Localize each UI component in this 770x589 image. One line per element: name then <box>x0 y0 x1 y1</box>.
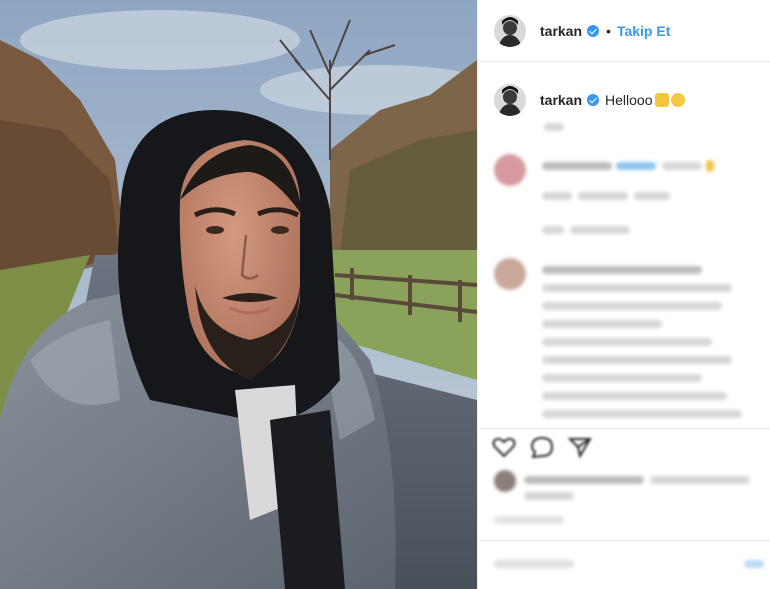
smirk-face-emoji-icon <box>670 93 685 107</box>
avatar[interactable] <box>494 14 526 47</box>
post-side-panel: tarkan • Takip Et tarkan Hellooo <box>477 0 770 589</box>
post-header: tarkan • Takip Et <box>478 0 770 62</box>
post-actions <box>492 436 612 462</box>
comment-blurred <box>494 258 764 428</box>
post-photo <box>0 0 477 589</box>
username-link[interactable]: tarkan <box>540 23 582 39</box>
separator-dot: • <box>606 22 611 39</box>
caption-username[interactable]: tarkan <box>540 92 582 108</box>
verified-badge-icon <box>587 24 600 37</box>
caption-avatar[interactable] <box>494 84 526 116</box>
verified-badge-icon <box>587 94 600 106</box>
likes-blurred <box>494 470 764 530</box>
avatar-image <box>494 14 526 47</box>
caption-text: Hellooo <box>605 92 653 108</box>
comment-blurred <box>494 154 764 244</box>
share-icon[interactable] <box>568 436 592 458</box>
input-divider <box>478 540 770 541</box>
comment-icon[interactable] <box>530 436 554 458</box>
raising-hand-emoji-icon <box>654 93 669 107</box>
heart-icon[interactable] <box>492 436 516 458</box>
caption-meta-blurred <box>544 120 584 134</box>
actions-divider <box>478 428 770 429</box>
avatar-image <box>494 84 526 116</box>
follow-button[interactable]: Takip Et <box>617 23 670 39</box>
comment-input-blurred[interactable] <box>494 556 764 576</box>
selfie-image <box>0 0 477 589</box>
caption: tarkan Hellooo <box>494 84 764 116</box>
